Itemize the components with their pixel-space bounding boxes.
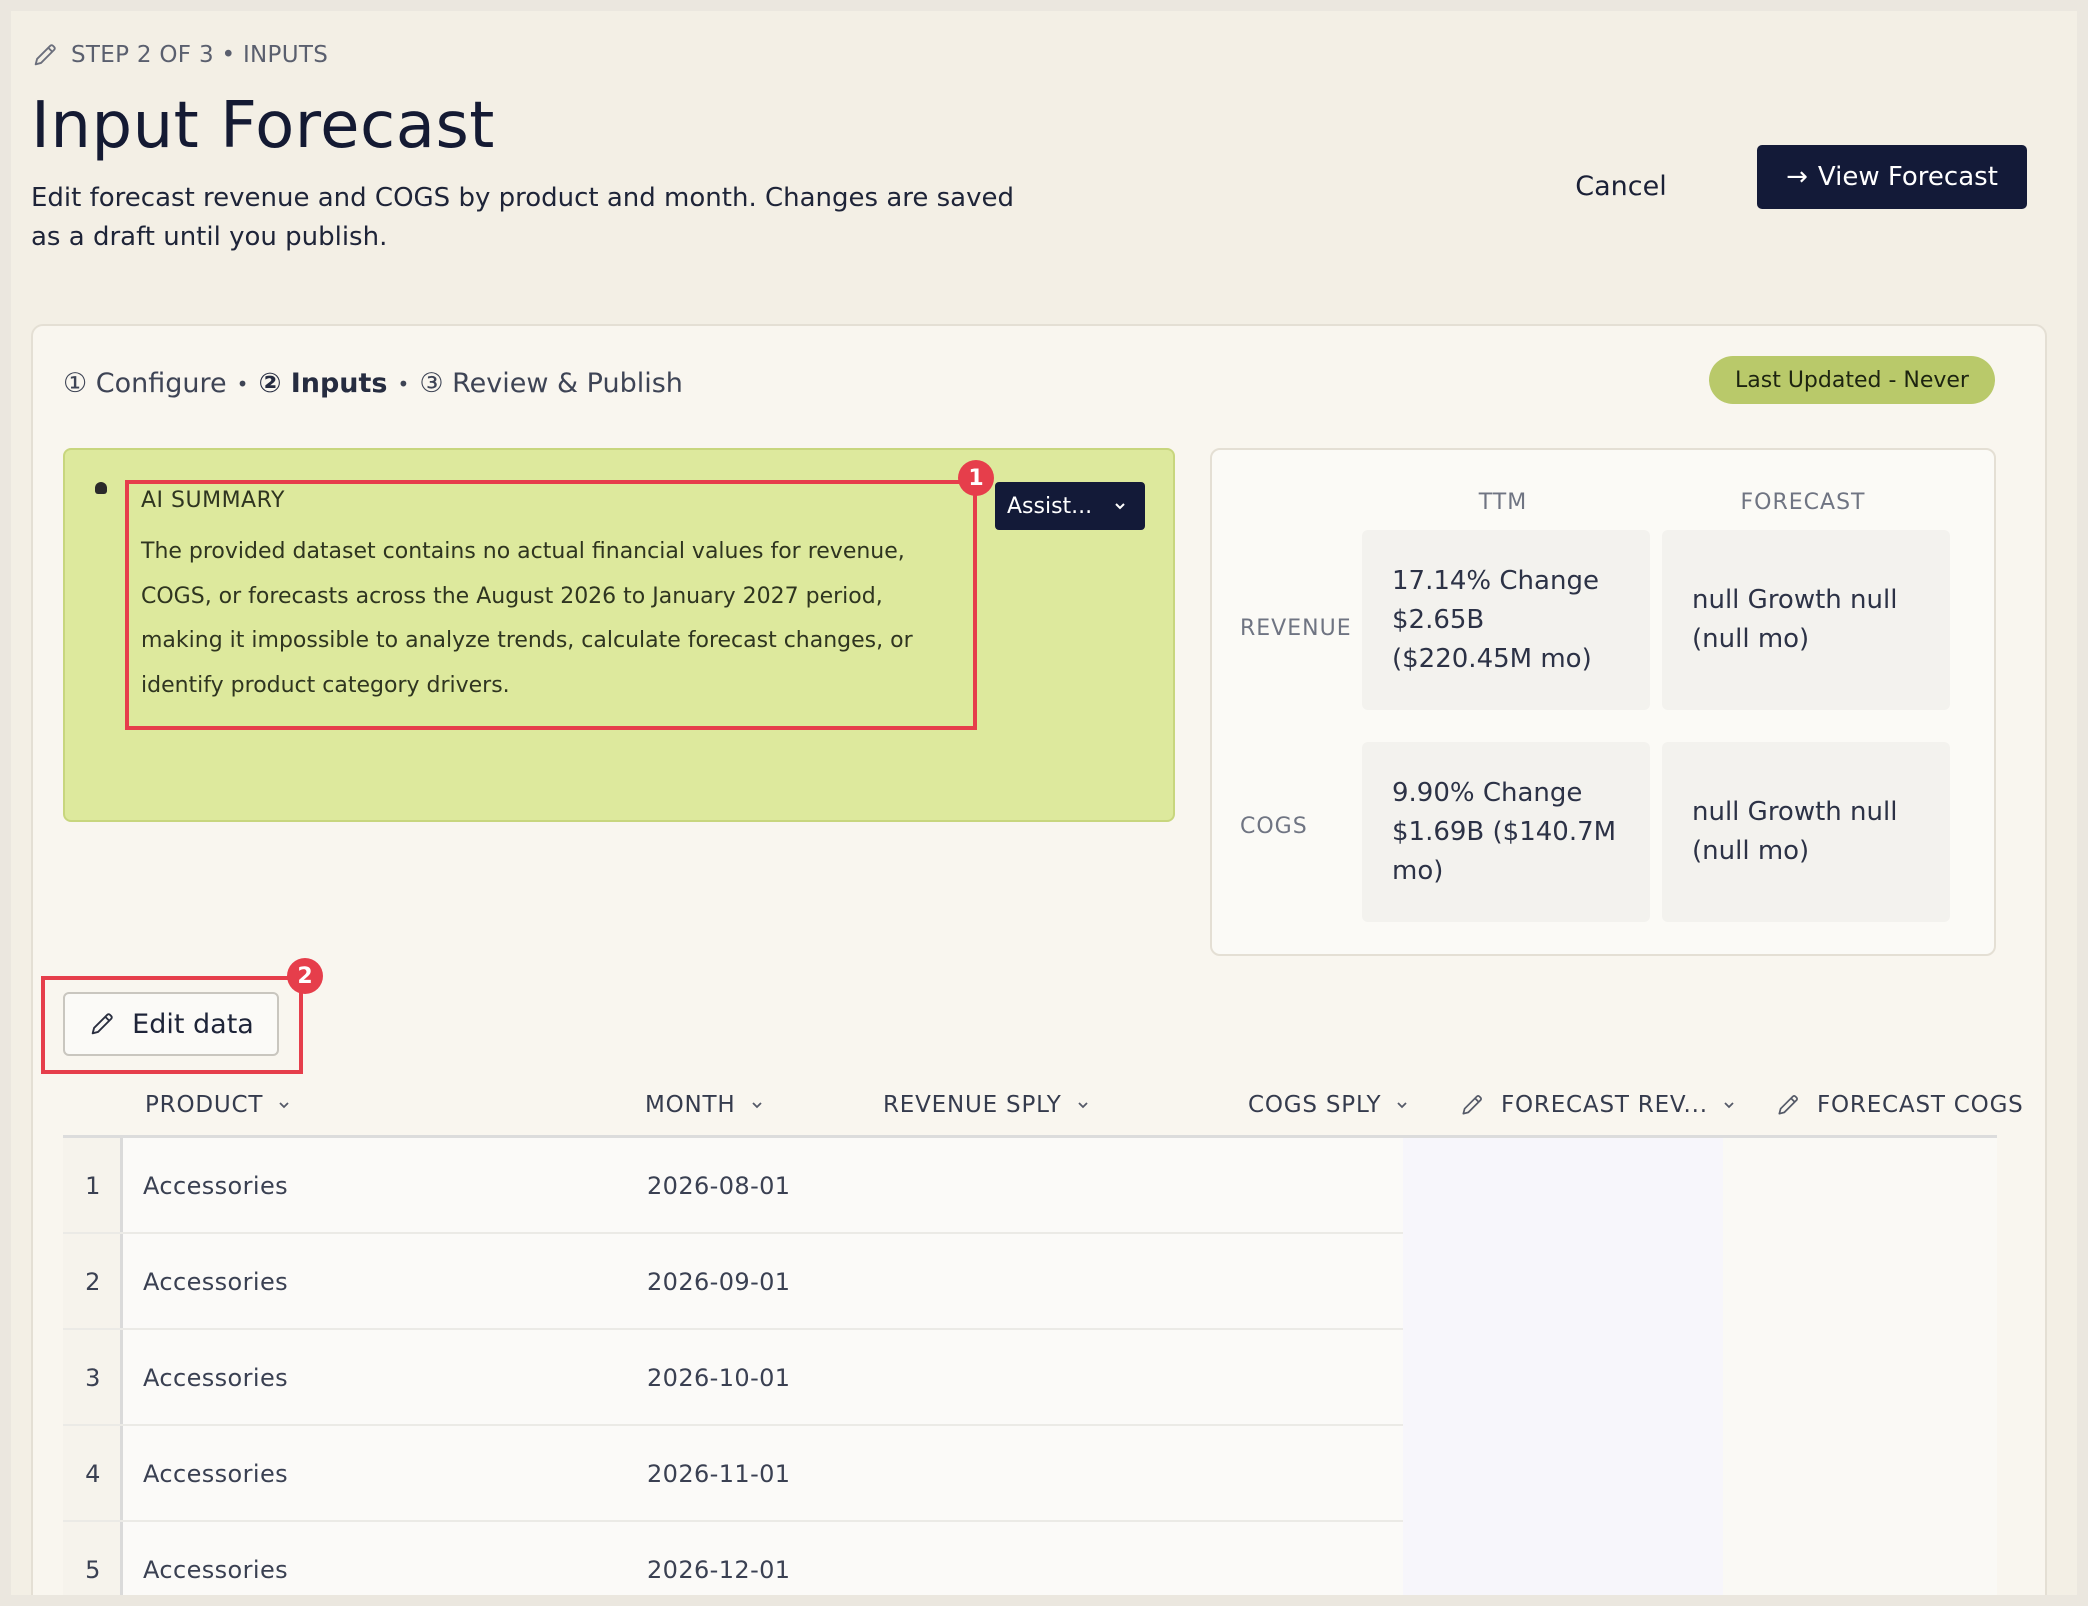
month-cell[interactable]: 2026-09-01 (647, 1234, 790, 1330)
col-header-forecast-revenue[interactable]: FORECAST REV... (1459, 1072, 1736, 1138)
row-index: 4 (85, 1460, 101, 1488)
col-header-label: FORECAST REV... (1501, 1092, 1708, 1118)
revenue-ttm-value: 17.14% Change $2.65B ($220.45M mo) (1392, 565, 1599, 674)
forecast-cogs-cell[interactable] (1723, 1234, 1997, 1330)
forecast-cogs-cell[interactable] (1723, 1522, 1997, 1595)
step-configure[interactable]: ① Configure (63, 368, 227, 399)
view-forecast-button[interactable]: → View Forecast (1757, 145, 2027, 209)
metrics-row-cogs: COGS (1240, 814, 1308, 839)
col-header-month[interactable]: MONTH (645, 1072, 764, 1138)
forecast-revenue-cell[interactable] (1403, 1234, 1723, 1330)
forecast-revenue-cell[interactable] (1403, 1426, 1723, 1522)
row-index: 1 (85, 1172, 101, 1200)
col-header-forecast-cogs[interactable]: FORECAST COGS (1775, 1072, 2024, 1138)
product-cell[interactable]: Accessories (143, 1330, 288, 1426)
col-header-product[interactable]: PRODUCT (145, 1072, 291, 1138)
cancel-button[interactable]: Cancel (1571, 156, 1671, 216)
month-cell[interactable]: 2026-11-01 (647, 1426, 790, 1522)
forecast-cogs-cell[interactable] (1723, 1426, 1997, 1522)
month-cell[interactable]: 2026-12-01 (647, 1522, 790, 1595)
cogs-ttm-value: 9.90% Change $1.69B ($140.7M mo) (1392, 777, 1617, 886)
cogs-forecast-cell: null Growth null (null mo) (1662, 742, 1950, 922)
col-header-label: PRODUCT (145, 1092, 264, 1118)
ai-summary-panel: AI SUMMARY The provided dataset contains… (63, 448, 1175, 822)
table-header: PRODUCT MONTH REVENUE SPLY COGS SPLY FOR… (63, 1072, 2023, 1138)
ai-summary-title: AI SUMMARY (141, 488, 285, 513)
view-forecast-label: View Forecast (1817, 162, 1998, 192)
metrics-col-ttm: TTM (1478, 490, 1528, 515)
col-header-label: MONTH (645, 1092, 736, 1118)
step-indicator: STEP 2 OF 3 • INPUTS (31, 41, 328, 69)
table-row[interactable]: 5 Accessories 2026-12-01 (63, 1522, 1997, 1595)
forecast-cogs-cell[interactable] (1723, 1138, 1997, 1234)
ai-lock-icon (95, 482, 107, 494)
table-row[interactable]: 1 Accessories 2026-08-01 (63, 1138, 1997, 1234)
revenue-ttm-cell: 17.14% Change $2.65B ($220.45M mo) (1362, 530, 1650, 710)
forecast-revenue-cell[interactable] (1403, 1522, 1723, 1595)
month-cell[interactable]: 2026-10-01 (647, 1330, 790, 1426)
month-cell[interactable]: 2026-08-01 (647, 1138, 790, 1234)
pencil-icon (91, 1013, 113, 1035)
chevron-down-icon (1397, 1102, 1408, 1109)
table-body: 1 Accessories 2026-08-01 2 Accessories 2… (63, 1138, 1997, 1595)
page-description: Edit forecast revenue and COGS by produc… (31, 183, 1014, 252)
chevron-down-icon (1115, 503, 1125, 510)
assist-label: Assist... (1007, 493, 1093, 519)
pencil-icon (1778, 1095, 1798, 1115)
page-title: Input Forecast (31, 89, 495, 163)
chevron-down-icon (279, 1102, 289, 1109)
stepper: ① Configure • ② Inputs • ③ Review & Publ… (63, 368, 683, 399)
metrics-panel: TTM FORECAST REVENUE 17.14% Change $2.65… (1210, 448, 1996, 956)
product-cell[interactable]: Accessories (143, 1138, 288, 1234)
pencil-icon (34, 44, 56, 66)
step-inputs[interactable]: ② Inputs (258, 368, 387, 399)
table-row[interactable]: 4 Accessories 2026-11-01 (63, 1426, 1997, 1522)
product-cell[interactable]: Accessories (143, 1426, 288, 1522)
forecast-revenue-cell[interactable] (1403, 1138, 1723, 1234)
chevron-down-icon (1077, 1102, 1088, 1109)
forecast-cogs-cell[interactable] (1723, 1330, 1997, 1426)
col-header-label: FORECAST COGS (1817, 1092, 2024, 1118)
chevron-down-icon (1724, 1102, 1734, 1109)
input-forecast-page: STEP 2 OF 3 • INPUTS Input Forecast Edit… (11, 11, 2077, 1595)
metrics-row-revenue: REVENUE (1240, 616, 1352, 641)
col-header-cogs-sply[interactable]: COGS SPLY (1248, 1072, 1409, 1138)
col-header-label: REVENUE SPLY (883, 1092, 1062, 1118)
product-cell[interactable]: Accessories (143, 1234, 288, 1330)
col-header-label: COGS SPLY (1248, 1092, 1382, 1118)
metrics-col-forecast: FORECAST (1740, 490, 1866, 515)
ai-summary-text: The provided dataset contains no actual … (141, 539, 913, 698)
last-updated-badge: Last Updated - Never (1709, 356, 1995, 404)
table-row[interactable]: 2 Accessories 2026-09-01 (63, 1234, 1997, 1330)
revenue-forecast-cell: null Growth null (null mo) (1662, 530, 1950, 710)
step-review-publish[interactable]: ③ Review & Publish (419, 368, 683, 399)
step-separator: • (397, 371, 410, 396)
forecast-revenue-cell[interactable] (1403, 1330, 1723, 1426)
arrow-right-icon: → (1786, 162, 1808, 192)
step-separator: • (236, 371, 249, 396)
cogs-forecast-value: null Growth null (null mo) (1692, 797, 1898, 866)
step-label-text: STEP 2 OF 3 • INPUTS (71, 42, 329, 68)
forecast-table: PRODUCT MONTH REVENUE SPLY COGS SPLY FOR… (63, 1072, 2023, 1595)
revenue-forecast-value: null Growth null (null mo) (1692, 585, 1898, 654)
assist-dropdown-button[interactable]: Assist... (995, 482, 1145, 530)
row-index: 3 (85, 1364, 101, 1392)
table-row[interactable]: 3 Accessories 2026-10-01 (63, 1330, 1997, 1426)
forecast-card: ① Configure • ② Inputs • ③ Review & Publ… (31, 324, 2047, 1595)
edit-data-button[interactable]: Edit data (63, 992, 279, 1056)
chevron-down-icon (751, 1102, 762, 1109)
row-index: 5 (85, 1556, 101, 1584)
row-index: 2 (85, 1268, 101, 1296)
annotation-marker-2: 2 (287, 958, 323, 994)
cogs-ttm-cell: 9.90% Change $1.69B ($140.7M mo) (1362, 742, 1650, 922)
pencil-icon (1462, 1095, 1482, 1115)
col-header-revenue-sply[interactable]: REVENUE SPLY (883, 1072, 1090, 1138)
annotation-marker-1: 1 (958, 460, 994, 496)
product-cell[interactable]: Accessories (143, 1522, 288, 1595)
edit-data-label: Edit data (132, 1008, 254, 1040)
